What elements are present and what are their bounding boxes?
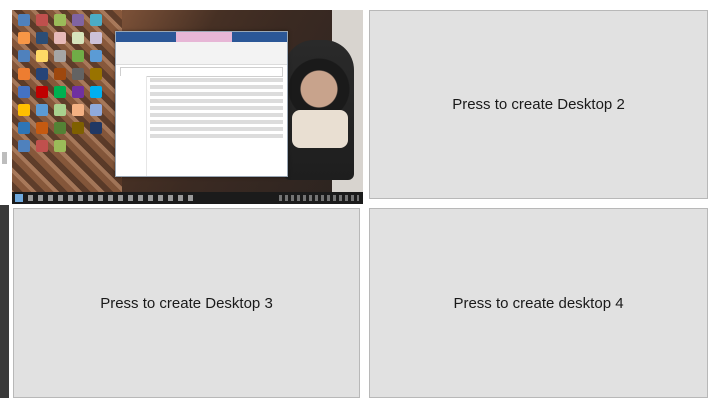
file-explorer-window xyxy=(115,31,288,177)
create-desktop-2-label: Press to create Desktop 2 xyxy=(452,96,625,113)
explorer-nav-pane xyxy=(116,76,147,176)
wallpaper-scarf xyxy=(292,110,348,148)
explorer-tool-tab xyxy=(176,32,232,42)
explorer-file-list xyxy=(150,78,283,141)
desktop-icons xyxy=(18,14,108,184)
create-desktop-4-label: Press to create desktop 4 xyxy=(453,294,624,312)
left-edge-strip xyxy=(0,0,10,398)
edge-marker xyxy=(2,152,7,164)
dark-edge xyxy=(0,205,9,398)
taskbar-app-icons xyxy=(28,195,198,201)
desktop-1-thumbnail[interactable] xyxy=(12,10,363,204)
create-desktop-3-label: Press to create Desktop 3 xyxy=(100,294,273,312)
start-icon xyxy=(15,194,23,202)
system-tray xyxy=(279,195,359,201)
create-desktop-2-button[interactable]: Press to create Desktop 2 xyxy=(369,10,708,199)
explorer-ribbon xyxy=(116,42,287,65)
create-desktop-3-button[interactable]: Press to create Desktop 3 xyxy=(13,208,360,398)
taskbar xyxy=(12,192,363,204)
create-desktop-4-button[interactable]: Press to create desktop 4 xyxy=(369,208,708,398)
